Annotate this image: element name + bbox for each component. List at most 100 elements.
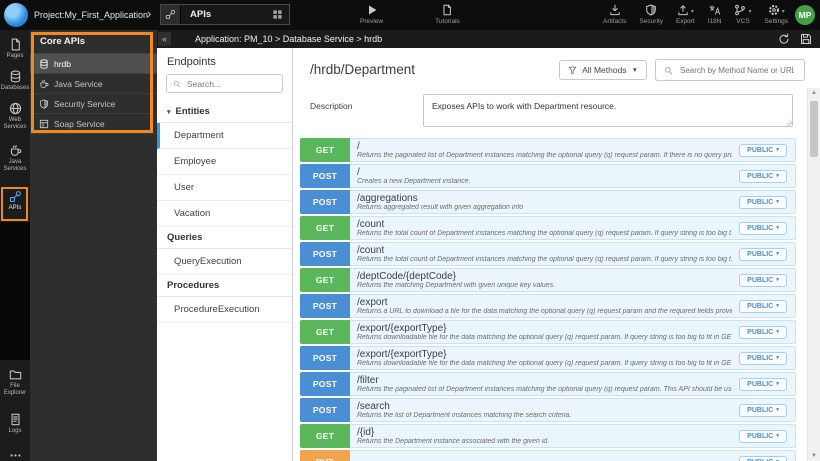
access-dropdown[interactable]: PUBLIC▾ xyxy=(739,299,787,313)
endpoint-item-employee[interactable]: Employee xyxy=(157,149,292,175)
endpoint-item-vacation[interactable]: Vacation xyxy=(157,201,292,227)
access-label: PUBLIC xyxy=(747,198,774,206)
artifacts-icon xyxy=(609,4,621,16)
api-path: /count xyxy=(357,219,385,230)
scroll-up-icon[interactable]: ▲ xyxy=(808,90,820,96)
filter-group: All Methods ▼ xyxy=(559,59,805,81)
api-description: Returns the paginated list of Department… xyxy=(357,386,733,393)
top-item-export[interactable]: ▾ Export xyxy=(676,3,695,25)
i18n-icon xyxy=(709,4,721,16)
breadcrumb: Application: PM_10 > Database Service > … xyxy=(195,34,383,44)
avatar[interactable]: MP xyxy=(795,5,815,25)
access-dropdown[interactable]: PUBLIC▾ xyxy=(739,169,787,183)
endpoint-item-queryexecution[interactable]: QueryExecution xyxy=(157,249,292,275)
caret-down-icon: ▾ xyxy=(781,9,785,15)
top-item-label: VCS xyxy=(736,18,750,25)
top-item-preview[interactable]: Preview xyxy=(360,3,383,25)
access-dropdown[interactable]: PUBLIC▾ xyxy=(739,247,787,261)
methods-filter-dropdown[interactable]: All Methods ▼ xyxy=(559,60,647,80)
method-search-input[interactable] xyxy=(678,64,796,76)
api-description: Returns downloadable file for the data m… xyxy=(357,360,733,367)
rail-item-file-explorer[interactable]: File Explorer xyxy=(0,366,30,397)
access-label: PUBLIC xyxy=(747,354,774,362)
collapse-panel-icon[interactable]: « xyxy=(158,32,171,46)
api-description: Returns the total count of Department in… xyxy=(357,256,733,263)
apis-selector[interactable]: APIs xyxy=(160,4,290,25)
scrollbar[interactable]: ▲ ▼ xyxy=(807,88,820,461)
core-apis-panel: Core APIs hrdb Java Service Security Servi… xyxy=(30,30,157,461)
caret-down-icon: ▾ xyxy=(776,329,779,335)
breadcrumb-bar: « Application: PM_10 > Database Service … xyxy=(157,30,820,48)
access-dropdown[interactable]: PUBLIC▾ xyxy=(739,351,787,365)
access-dropdown[interactable]: PUBLIC▾ xyxy=(739,195,787,209)
api-description: Returns the list of Department instances… xyxy=(357,412,572,419)
access-label: PUBLIC xyxy=(747,172,774,180)
access-label: PUBLIC xyxy=(747,328,774,336)
app-logo-icon[interactable] xyxy=(4,3,28,27)
refresh-icon[interactable] xyxy=(778,33,790,45)
core-apis-list: hrdb Java Service Security Service Soap Ser… xyxy=(30,54,157,134)
endpoints-search-input[interactable] xyxy=(185,77,276,90)
project-name[interactable]: Project:My_First_Application xyxy=(34,10,148,20)
access-label: PUBLIC xyxy=(747,380,774,388)
access-dropdown[interactable]: PUBLIC▾ xyxy=(739,429,787,443)
top-item-label: Settings xyxy=(764,18,789,25)
save-icon[interactable] xyxy=(800,33,812,45)
apis-selector-label: APIs xyxy=(190,9,212,20)
scroll-down-icon[interactable]: ▼ xyxy=(808,453,820,459)
api-description: Returns a URL to download a file for the… xyxy=(357,308,733,315)
caret-down-icon: ▾ xyxy=(776,147,779,153)
top-item-artifacts[interactable]: Artifacts xyxy=(603,3,626,25)
method-search[interactable] xyxy=(655,59,805,81)
scrollbar-thumb[interactable] xyxy=(810,101,818,157)
top-item-settings[interactable]: ▾ Settings xyxy=(764,3,789,25)
api-row: POST/search Returns the list of Departmen… xyxy=(300,398,796,422)
caret-down-icon: ▾ xyxy=(776,407,779,413)
search-icon xyxy=(664,66,673,75)
endpoints-section-label: Procedures xyxy=(167,280,220,291)
top-item-vcs[interactable]: ▾ VCS xyxy=(734,3,752,25)
app-window: Project:My_First_Application › APIs Prev… xyxy=(0,0,820,461)
access-dropdown[interactable]: PUBLIC▾ xyxy=(739,273,787,287)
api-icon xyxy=(161,5,181,24)
core-api-item-soap-service[interactable]: Soap Service xyxy=(30,114,157,134)
endpoints-section-procedures[interactable]: Procedures xyxy=(157,275,292,297)
top-item-label: Security xyxy=(639,18,663,25)
core-api-item-hrdb[interactable]: hrdb xyxy=(30,54,157,74)
top-center-group: Preview Tutorials xyxy=(360,3,460,25)
core-apis-title: Core APIs xyxy=(30,30,157,54)
endpoints-section-label: Queries xyxy=(167,232,203,243)
rail-item-logs[interactable]: Logs xyxy=(0,411,30,435)
api-path: /search xyxy=(357,401,390,412)
access-dropdown[interactable]: PUBLIC▾ xyxy=(739,455,787,461)
top-item-security[interactable]: Security xyxy=(639,3,663,25)
api-path: /export/{exportType} xyxy=(357,349,447,360)
grid-icon[interactable] xyxy=(272,9,283,20)
api-rows-list: GET / Returns the paginated list of Depart… xyxy=(300,138,796,461)
description-field[interactable]: Exposes APIs to work with Department res… xyxy=(423,94,793,127)
access-dropdown[interactable]: PUBLIC▾ xyxy=(739,221,787,235)
api-row: PUT PUBLIC▾ xyxy=(300,450,796,461)
api-description: Returns aggregated result with given agg… xyxy=(357,204,524,211)
play-icon xyxy=(366,4,378,16)
endpoints-search[interactable] xyxy=(166,74,283,93)
endpoints-section-queries[interactable]: Queries xyxy=(157,227,292,249)
endpoint-item-user[interactable]: User xyxy=(157,175,292,201)
core-api-item-java-service[interactable]: Java Service xyxy=(30,74,157,94)
caret-down-icon: ▼ xyxy=(631,66,638,74)
page-title: /hrdb/Department xyxy=(310,62,416,77)
endpoint-item-department[interactable]: Department xyxy=(157,123,292,149)
api-path: /export/{exportType} xyxy=(357,323,447,334)
top-item-i18n[interactable]: I18N xyxy=(708,3,721,25)
top-right-group: Artifacts Security ▾ Export I18N ▾ VCS ▾ Setting… xyxy=(603,3,788,25)
rail-item-more-icon[interactable] xyxy=(0,447,30,461)
core-api-item-security-service[interactable]: Security Service xyxy=(30,94,157,114)
access-dropdown[interactable]: PUBLIC▾ xyxy=(739,377,787,391)
access-dropdown[interactable]: PUBLIC▾ xyxy=(739,143,787,157)
top-item-tutorials[interactable]: Tutorials xyxy=(435,3,460,25)
access-dropdown[interactable]: PUBLIC▾ xyxy=(739,403,787,417)
method-badge: POST xyxy=(300,190,350,214)
access-dropdown[interactable]: PUBLIC▾ xyxy=(739,325,787,339)
endpoints-section-entities[interactable]: ▾ Entities xyxy=(157,101,292,123)
endpoint-item-procedureexecution[interactable]: ProcedureExecution xyxy=(157,297,292,323)
